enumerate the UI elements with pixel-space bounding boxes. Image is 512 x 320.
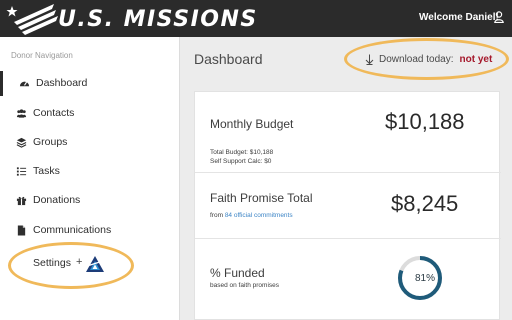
- settings-plus: +: [76, 256, 83, 268]
- sidebar-item-dashboard[interactable]: Dashboard: [0, 71, 180, 96]
- faith-promise-value: $8,245: [391, 191, 459, 216]
- total-budget-text: Total Budget: $10,188: [210, 149, 274, 156]
- download-status-value: not yet: [459, 54, 493, 65]
- triangle-logo-icon[interactable]: [85, 255, 105, 273]
- main-header: Dashboard Download today: not yet: [181, 37, 512, 81]
- layers-icon: [16, 137, 27, 148]
- percent-funded-title: % Funded: [210, 266, 265, 280]
- download-arrow-icon: [365, 54, 374, 65]
- sidebar-item-label: Groups: [33, 136, 68, 148]
- app-logo[interactable]: U.S. MISSIONS: [4, 2, 256, 35]
- dashboard-icon: [19, 81, 30, 87]
- stars-stripes-logo-icon: [6, 4, 58, 35]
- faith-promise-sub: from 84 official commitments: [210, 212, 293, 219]
- download-status[interactable]: Download today: not yet: [365, 54, 492, 65]
- settings-label: Settings: [33, 257, 71, 269]
- users-icon: [16, 109, 27, 118]
- sidebar-item-label: Contacts: [33, 107, 75, 119]
- monthly-budget-value: $10,188: [385, 109, 465, 134]
- download-label: Download today:: [379, 54, 454, 65]
- sidebar-heading: Donor Navigation: [11, 51, 73, 60]
- sidebar-item-groups[interactable]: Groups: [0, 130, 180, 155]
- sidebar-item-label: Tasks: [33, 165, 60, 177]
- faith-promise-sub-prefix: from: [210, 212, 223, 219]
- divider: [195, 172, 501, 173]
- user-icon[interactable]: [494, 11, 504, 23]
- monthly-budget-title: Monthly Budget: [210, 117, 294, 131]
- tasks-icon: [16, 167, 27, 176]
- commitments-link[interactable]: 84 official commitments: [225, 212, 293, 219]
- sidebar-item-tasks[interactable]: Tasks: [0, 159, 180, 184]
- sidebar-item-donations[interactable]: Donations: [0, 188, 180, 213]
- divider: [195, 238, 501, 239]
- sidebar-item-label: Donations: [33, 194, 81, 206]
- stats-card: Monthly Budget $10,188 Total Budget: $10…: [194, 91, 501, 320]
- faith-promise-title: Faith Promise Total: [210, 191, 313, 205]
- sidebar-item-label: Communications: [33, 224, 112, 236]
- top-bar: U.S. MISSIONS Welcome Daniel!: [0, 0, 512, 37]
- logo-text: U.S. MISSIONS: [58, 7, 258, 32]
- self-support-text: Self Support Calc: $0: [210, 158, 272, 165]
- gift-icon: [16, 196, 27, 206]
- sidebar-item-label: Dashboard: [36, 77, 88, 89]
- sidebar-item-communications[interactable]: Communications: [0, 218, 180, 243]
- percent-funded-value: 81%: [414, 273, 435, 284]
- sidebar: Donor Navigation Dashboard Contacts Grou…: [0, 37, 180, 320]
- sidebar-item-settings[interactable]: Settings +: [0, 255, 180, 275]
- welcome-message: Welcome Daniel!: [419, 12, 499, 23]
- page-title: Dashboard: [194, 51, 263, 67]
- sidebar-item-contacts[interactable]: Contacts: [0, 101, 180, 126]
- document-icon: [17, 225, 26, 236]
- percent-funded-sub: based on faith promises: [210, 282, 280, 289]
